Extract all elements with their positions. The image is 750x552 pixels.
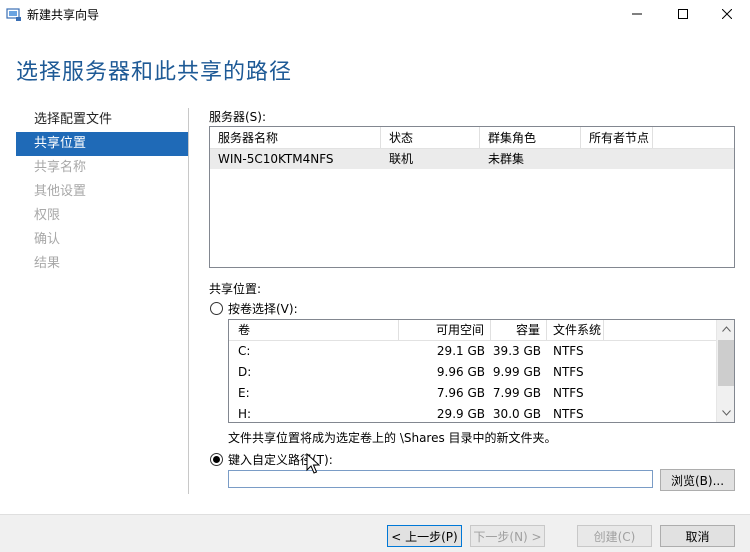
column-header-status[interactable]: 状态 bbox=[381, 127, 480, 148]
column-header-capacity[interactable]: 容量 bbox=[491, 320, 547, 340]
volume-rows: C: 29.1 GB 39.3 GB NTFS D: 9.96 GB 9.99 … bbox=[229, 341, 716, 425]
custom-path-input[interactable] bbox=[228, 470, 653, 488]
scroll-down-button[interactable] bbox=[717, 404, 735, 422]
volume-list[interactable]: 卷 可用空间 容量 文件系统 C: 29.1 GB 39.3 GB NTFS D… bbox=[228, 319, 735, 423]
minimize-button[interactable] bbox=[614, 0, 660, 28]
create-button[interactable]: 创建(C) bbox=[577, 525, 652, 547]
close-button[interactable] bbox=[704, 0, 750, 28]
volume-note: 文件共享位置将成为选定卷上的 \Shares 目录中的新文件夹。 bbox=[228, 431, 557, 445]
column-header-volume[interactable]: 卷 bbox=[229, 320, 399, 340]
custom-path-radio[interactable] bbox=[210, 453, 223, 466]
by-volume-radio[interactable] bbox=[210, 302, 223, 315]
file-system-cell: NTFS bbox=[553, 407, 584, 421]
minimize-icon bbox=[632, 13, 642, 15]
column-header-file-system[interactable]: 文件系统 bbox=[547, 320, 604, 340]
window-title: 新建共享向导 bbox=[27, 8, 100, 22]
nav-item-share-location[interactable]: 共享位置 bbox=[16, 132, 188, 156]
browse-button[interactable]: 浏览(B)... bbox=[660, 469, 735, 491]
file-system-cell: NTFS bbox=[553, 386, 584, 400]
free-space-cell: 29.9 GB bbox=[436, 407, 485, 421]
table-row[interactable]: C: 29.1 GB 39.3 GB NTFS bbox=[229, 341, 716, 362]
volume-cell: C: bbox=[238, 344, 251, 358]
chevron-up-icon bbox=[721, 326, 731, 332]
column-header-server-name[interactable]: 服务器名称 bbox=[210, 127, 381, 148]
nav-item-permissions: 权限 bbox=[34, 208, 61, 223]
capacity-cell: 39.3 GB bbox=[492, 344, 541, 358]
free-space-cell: 29.1 GB bbox=[436, 344, 485, 358]
cancel-button[interactable]: 取消 bbox=[660, 525, 735, 547]
column-header-owner-node[interactable]: 所有者节点 bbox=[581, 127, 653, 148]
mouse-pointer-icon bbox=[306, 453, 320, 474]
nav-item-share-name: 共享名称 bbox=[34, 160, 87, 175]
servers-label: 服务器(S): bbox=[209, 110, 267, 124]
scroll-thumb[interactable] bbox=[718, 340, 734, 386]
column-header-free-space[interactable]: 可用空间 bbox=[399, 320, 491, 340]
server-status-cell: 联机 bbox=[389, 152, 414, 166]
table-row[interactable]: WIN-5C10KTM4NFS 联机 未群集 bbox=[210, 149, 734, 169]
nav-item-confirmation: 确认 bbox=[34, 232, 61, 247]
file-system-cell: NTFS bbox=[553, 365, 584, 379]
capacity-cell: 7.99 GB bbox=[492, 386, 541, 400]
file-system-cell: NTFS bbox=[553, 344, 584, 358]
server-name-cell: WIN-5C10KTM4NFS bbox=[218, 152, 334, 166]
volume-list-scrollbar[interactable] bbox=[716, 320, 734, 422]
nav-divider bbox=[188, 108, 189, 494]
chevron-down-icon bbox=[721, 410, 731, 416]
volume-list-header: 卷 可用空间 容量 文件系统 bbox=[229, 320, 716, 341]
nav-item-select-profile[interactable]: 选择配置文件 bbox=[16, 108, 188, 132]
nav-item-other-settings: 其他设置 bbox=[34, 184, 87, 199]
table-row[interactable]: H: 29.9 GB 30.0 GB NTFS bbox=[229, 404, 716, 425]
table-row[interactable]: D: 9.96 GB 9.99 GB NTFS bbox=[229, 362, 716, 383]
column-header-cluster-role[interactable]: 群集角色 bbox=[480, 127, 581, 148]
maximize-button[interactable] bbox=[660, 0, 706, 28]
server-cluster-role-cell: 未群集 bbox=[488, 152, 525, 166]
close-icon bbox=[722, 9, 732, 19]
page-title: 选择服务器和此共享的路径 bbox=[16, 60, 293, 85]
capacity-cell: 30.0 GB bbox=[492, 407, 541, 421]
volume-cell: E: bbox=[238, 386, 250, 400]
maximize-icon bbox=[678, 9, 688, 19]
free-space-cell: 9.96 GB bbox=[436, 365, 485, 379]
scroll-up-button[interactable] bbox=[717, 320, 735, 338]
by-volume-label[interactable]: 按卷选择(V): bbox=[228, 300, 298, 317]
server-list[interactable]: 服务器名称 状态 群集角色 所有者节点 WIN-5C10KTM4NFS 联机 未… bbox=[209, 126, 735, 268]
volume-cell: H: bbox=[238, 407, 252, 421]
share-location-label: 共享位置: bbox=[209, 282, 262, 296]
free-space-cell: 7.96 GB bbox=[436, 386, 485, 400]
nav-item-results: 结果 bbox=[34, 256, 61, 271]
server-owner-node-cell bbox=[581, 149, 731, 169]
next-button[interactable]: 下一步(N) > bbox=[470, 525, 545, 547]
wizard-steps-nav: 选择配置文件 共享位置 共享名称 其他设置 权限 确认 结果 bbox=[16, 108, 188, 276]
title-bar: 新建共享向导 bbox=[0, 0, 750, 28]
previous-button[interactable]: < 上一步(P) bbox=[387, 525, 462, 547]
table-row[interactable]: E: 7.96 GB 7.99 GB NTFS bbox=[229, 383, 716, 404]
capacity-cell: 9.99 GB bbox=[492, 365, 541, 379]
share-wizard-icon bbox=[6, 6, 22, 22]
volume-cell: D: bbox=[238, 365, 252, 379]
server-list-header: 服务器名称 状态 群集角色 所有者节点 bbox=[210, 127, 734, 149]
